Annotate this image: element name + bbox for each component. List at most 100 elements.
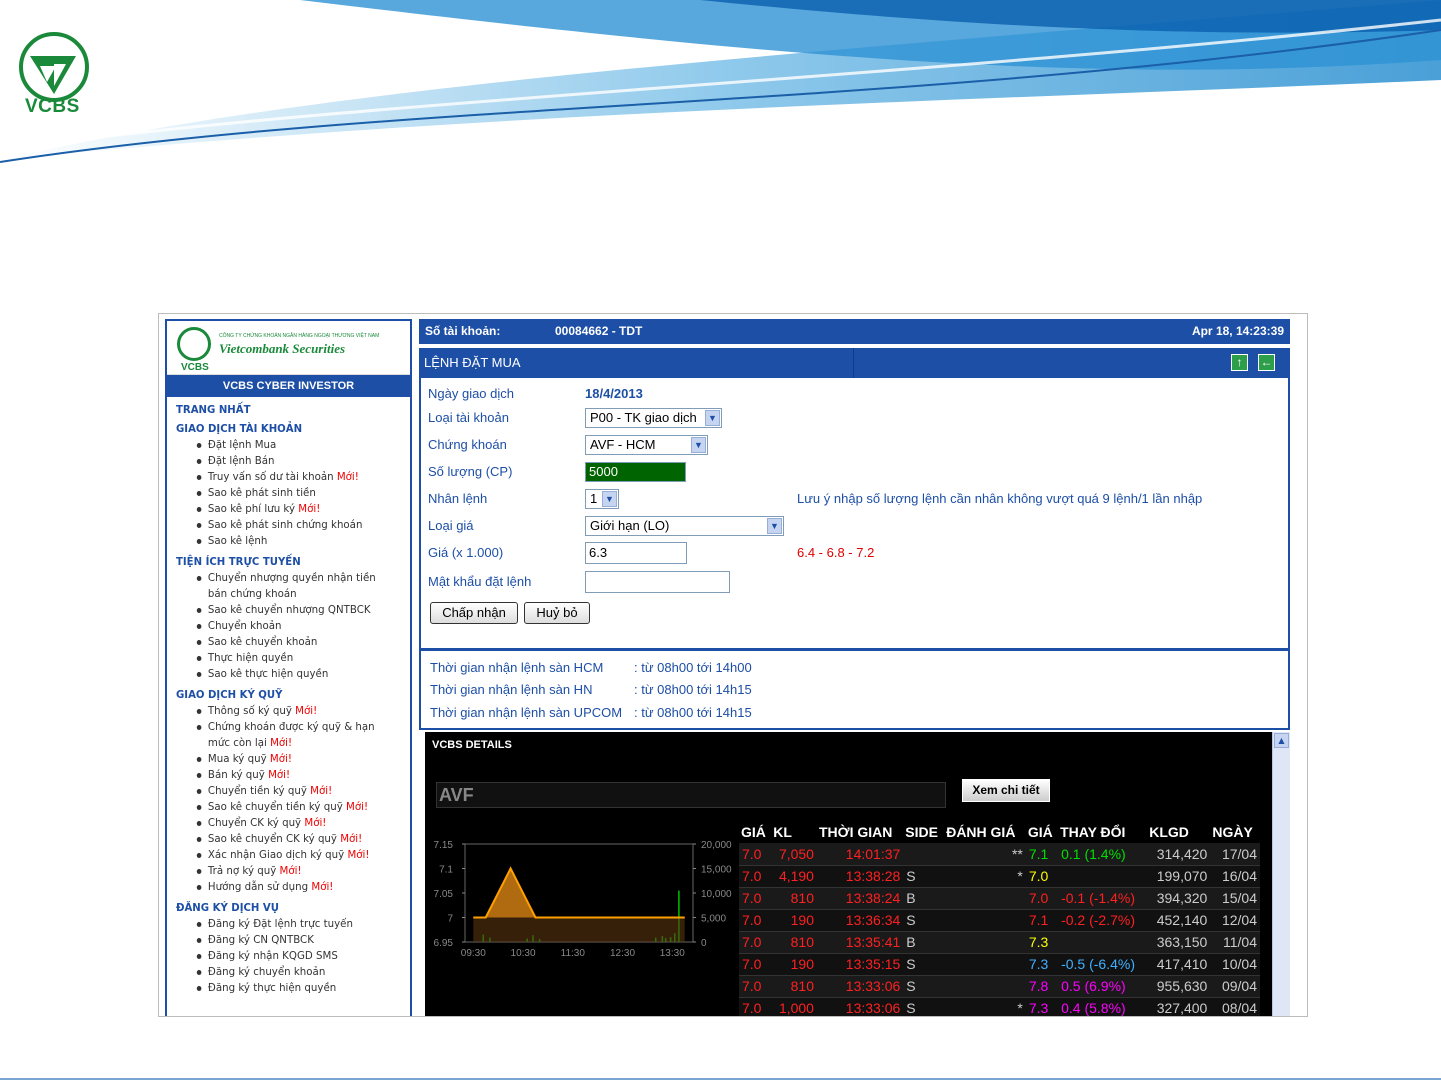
multiply-value: 1 bbox=[590, 491, 598, 506]
table-cell-td: 0.5 (6.9%) bbox=[1058, 975, 1148, 998]
table-cell-gia: 7.0 bbox=[739, 843, 772, 866]
sidebar-item[interactable]: Mua ký quỹ Mới! bbox=[167, 751, 393, 767]
sidebar-section[interactable]: TRANG NHẤT bbox=[176, 403, 391, 416]
quantity-input[interactable]: 5000 bbox=[585, 462, 686, 482]
symbol-select[interactable]: AVF - HCM ▼ bbox=[585, 435, 708, 455]
sidebar-item[interactable]: Hướng dẫn sử dụng Mới! bbox=[167, 879, 393, 895]
y2-tick-label: 15,000 bbox=[701, 865, 732, 876]
sidebar-item[interactable]: Đăng ký Đặt lệnh trực tuyến bbox=[167, 916, 393, 932]
sidebar-item[interactable]: Thông số ký quỹ Mới! bbox=[167, 703, 393, 719]
arrow-back-icon[interactable]: ← bbox=[1258, 354, 1275, 371]
password-input[interactable] bbox=[585, 571, 730, 593]
table-cell-kl: 4,190 bbox=[771, 865, 817, 888]
x-tick-label: 13:30 bbox=[660, 948, 685, 959]
sidebar-item[interactable]: Chuyển nhượng quyền nhận tiền bán chứng … bbox=[167, 570, 393, 602]
sidebar-item[interactable]: Thực hiện quyền bbox=[167, 650, 393, 666]
table-cell-tg: 14:01:37 bbox=[816, 843, 904, 866]
sidebar-item[interactable]: Chuyển tiền ký quỹ Mới! bbox=[167, 783, 393, 799]
sidebar-item[interactable]: Đặt lệnh Mua bbox=[167, 437, 393, 453]
sidebar-item-label: Đặt lệnh Mua bbox=[207, 438, 277, 451]
table-cell-gia: 7.0 bbox=[739, 909, 772, 932]
new-badge: Mới! bbox=[268, 768, 291, 781]
trade-date-label: Ngày giao dịch bbox=[428, 386, 514, 401]
table-cell-klgd: 417,410 bbox=[1147, 953, 1211, 976]
sidebar-item[interactable]: Sao kê chuyển nhượng QNTBCK bbox=[167, 602, 393, 618]
table-cell-tg: 13:35:15 bbox=[816, 953, 904, 976]
new-badge: Mới! bbox=[270, 736, 293, 749]
sidebar-item[interactable]: Sao kê chuyển CK ký quỹ Mới! bbox=[167, 831, 393, 847]
table-cell-ngay: 15/04 bbox=[1210, 887, 1260, 910]
sidebar-item[interactable]: Sao kê chuyển khoản bbox=[167, 634, 393, 650]
view-detail-button[interactable]: Xem chi tiết bbox=[962, 779, 1050, 802]
details-scrollbar[interactable]: ▲ bbox=[1272, 732, 1290, 1016]
submit-button[interactable]: Chấp nhận bbox=[430, 602, 518, 624]
column-header: THỜI GIAN bbox=[816, 821, 904, 843]
new-badge: Mới! bbox=[310, 784, 333, 797]
table-cell-dg bbox=[944, 909, 1026, 932]
price-type-select[interactable]: Giới hạn (LO) ▼ bbox=[585, 516, 784, 536]
column-header: ĐÁNH GIÁ bbox=[944, 821, 1026, 843]
sidebar-section[interactable]: TIỆN ÍCH TRỰC TUYẾN bbox=[176, 555, 391, 568]
sidebar-item[interactable]: Sao kê phát sinh chứng khoán bbox=[167, 517, 393, 533]
cancel-button[interactable]: Huỷ bỏ bbox=[524, 602, 590, 624]
hours-hcm-value: : từ 08h00 tới 14h00 bbox=[634, 660, 752, 675]
sidebar-item[interactable]: Sao kê lệnh bbox=[167, 533, 393, 549]
table-cell-klgd: 199,070 bbox=[1147, 865, 1211, 888]
table-cell-dg bbox=[944, 953, 1026, 976]
sidebar-item-label: Mua ký quỹ bbox=[207, 752, 270, 765]
chevron-down-icon: ▼ bbox=[705, 410, 720, 426]
arrow-up-icon[interactable]: ↑ bbox=[1231, 354, 1248, 371]
sidebar-section[interactable]: GIAO DỊCH TÀI KHOẢN bbox=[176, 422, 391, 435]
sidebar-item-label: Đăng ký nhận KQGD SMS bbox=[207, 949, 338, 962]
sidebar-item[interactable]: Đăng ký thực hiện quyền bbox=[167, 980, 393, 996]
sidebar-section[interactable]: GIAO DỊCH KÝ QUỸ bbox=[176, 688, 391, 701]
new-badge: Mới! bbox=[304, 816, 327, 829]
y-tick-label: 6.95 bbox=[434, 938, 454, 949]
table-row: 7.0 190 13:35:15 S 7.3 -0.5 (-6.4%) 417,410 10/… bbox=[739, 953, 1260, 976]
table-cell-ngay: 17/04 bbox=[1210, 843, 1260, 866]
sidebar-item[interactable]: Sao kê phát sinh tiền bbox=[167, 485, 393, 501]
sidebar-item[interactable]: Chuyển CK ký quỹ Mới! bbox=[167, 815, 393, 831]
hours-hn-value: : từ 08h00 tới 14h15 bbox=[634, 682, 752, 697]
sidebar-item-label: Chuyển khoản bbox=[207, 619, 282, 632]
column-header: SIDE bbox=[903, 821, 945, 843]
account-type-select[interactable]: P00 - TK giao dịch ▼ bbox=[585, 408, 722, 428]
table-cell-kl: 190 bbox=[771, 909, 817, 932]
sidebar-item[interactable]: Sao kê thực hiện quyền bbox=[167, 666, 393, 682]
form-title: LỆNH ĐẶT MUA bbox=[424, 355, 521, 370]
sidebar-item-label: Chuyển CK ký quỹ bbox=[207, 816, 305, 829]
table-cell-td: -0.5 (-6.4%) bbox=[1058, 953, 1148, 976]
table-cell-gia2: 7.8 bbox=[1025, 975, 1059, 998]
sidebar-item[interactable]: Sao kê chuyển tiền ký quỹ Mới! bbox=[167, 799, 393, 815]
sidebar-item-label: Sao kê lệnh bbox=[207, 534, 268, 547]
table-cell-side: S bbox=[903, 997, 945, 1016]
sidebar-item[interactable]: Chuyển khoản bbox=[167, 618, 393, 634]
sidebar-item[interactable]: Đăng ký CN QNTBCK bbox=[167, 932, 393, 948]
details-title: VCBS DETAILS bbox=[432, 739, 512, 751]
multiply-select[interactable]: 1 ▼ bbox=[585, 489, 619, 509]
table-cell-gia2: 7.1 bbox=[1025, 909, 1059, 932]
sidebar-item[interactable]: Xác nhận Giao dịch ký quỹ Mới! bbox=[167, 847, 393, 863]
sidebar-item[interactable]: Bán ký quỹ Mới! bbox=[167, 767, 393, 783]
sidebar-item[interactable]: Đăng ký nhận KQGD SMS bbox=[167, 948, 393, 964]
table-header-row: GIÁ KL THỜI GIAN SIDE ĐÁNH GIÁ GIÁ THAY ĐỔI KLG… bbox=[739, 821, 1260, 843]
table-cell-gia2: 7.3 bbox=[1025, 931, 1059, 954]
table-cell-side: B bbox=[903, 887, 945, 910]
sidebar-item[interactable]: Truy vấn số dư tài khoản Mới! bbox=[167, 469, 393, 485]
sidebar-item[interactable]: Sao kê phí lưu ký Mới! bbox=[167, 501, 393, 517]
table-cell-gia2: 7.3 bbox=[1025, 997, 1059, 1016]
sidebar-section[interactable]: ĐĂNG KÝ DỊCH VỤ bbox=[176, 901, 391, 914]
sidebar-item[interactable]: Đặt lệnh Bán bbox=[167, 453, 393, 469]
multiply-label: Nhân lệnh bbox=[428, 491, 488, 506]
sidebar-item[interactable]: Chứng khoán được ký quỹ & hạn mức còn lạ… bbox=[167, 719, 393, 751]
price-input[interactable]: 6.3 bbox=[585, 542, 687, 564]
table-cell-side: S bbox=[903, 909, 945, 932]
table-cell-gia2: 7.1 bbox=[1025, 843, 1059, 866]
hours-hcm-label: Thời gian nhận lệnh sàn HCM bbox=[430, 660, 604, 675]
scroll-up-icon[interactable]: ▲ bbox=[1274, 733, 1289, 748]
sidebar-item[interactable]: Trả nợ ký quỹ Mới! bbox=[167, 863, 393, 879]
table-cell-td: -0.2 (-2.7%) bbox=[1058, 909, 1148, 932]
table-row: 7.0 810 13:38:24 B 7.0 -0.1 (-1.4%) 394,320 15/… bbox=[739, 887, 1260, 910]
table-cell-tg: 13:33:06 bbox=[816, 975, 904, 998]
sidebar-item[interactable]: Đăng ký chuyển khoản bbox=[167, 964, 393, 980]
